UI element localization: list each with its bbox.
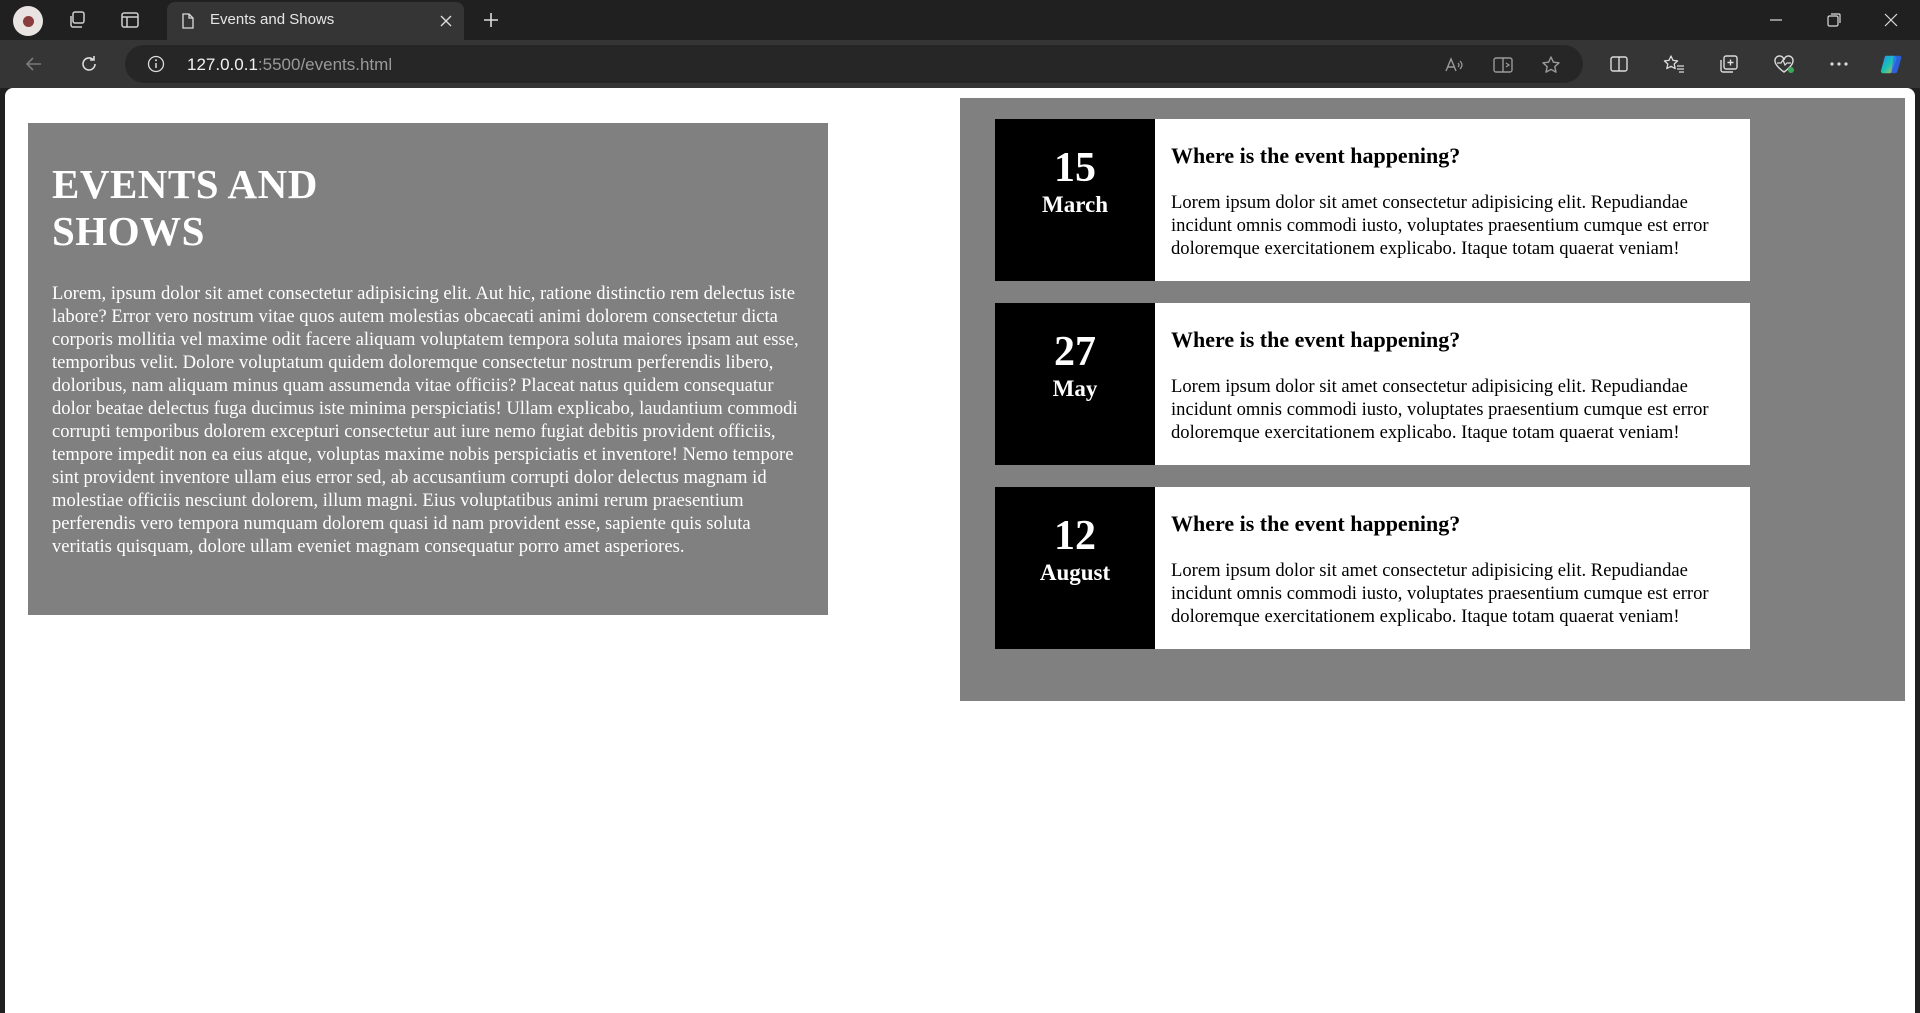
split-screen-icon[interactable] [1607, 52, 1631, 76]
collections-icon[interactable] [1717, 52, 1741, 76]
close-icon[interactable] [437, 12, 455, 30]
favorite-star-icon[interactable] [1540, 54, 1562, 76]
event-description: Lorem ipsum dolor sit amet consectetur a… [1171, 376, 1709, 443]
new-tab-icon[interactable] [479, 8, 503, 32]
event-card: 15 March Where is the event happening? L… [995, 119, 1750, 281]
event-body: Where is the event happening? Lorem ipsu… [1155, 487, 1750, 649]
profile-avatar-icon[interactable] [13, 6, 43, 36]
info-icon[interactable] [147, 55, 165, 73]
event-date: 15 March [995, 119, 1155, 281]
tab-title: Events and Shows [210, 11, 335, 28]
event-day: 15 [1054, 145, 1096, 191]
event-date: 27 May [995, 303, 1155, 465]
events-panel: 15 March Where is the event happening? L… [960, 98, 1905, 701]
event-description: Lorem ipsum dolor sit amet consectetur a… [1171, 192, 1709, 259]
browser-toolbar: 127.0.0.1:5500/events.html [0, 40, 1920, 88]
event-month: August [1039, 560, 1111, 585]
back-icon[interactable] [22, 52, 46, 76]
immersive-reader-icon[interactable] [1492, 54, 1514, 76]
intro-panel: EVENTS AND SHOWS Lorem, ipsum dolor sit … [28, 123, 828, 615]
event-day: 27 [1054, 329, 1096, 375]
browser-tab-bar: Events and Shows [0, 0, 1920, 40]
event-card: 12 August Where is the event happening? … [995, 487, 1750, 649]
event-title: Where is the event happening? [1171, 143, 1461, 168]
address-bar[interactable]: 127.0.0.1:5500/events.html [125, 45, 1583, 83]
refresh-icon[interactable] [77, 52, 101, 76]
page-icon [180, 13, 196, 29]
minimize-icon[interactable] [1764, 8, 1788, 32]
restore-icon[interactable] [1822, 8, 1846, 32]
event-month: May [1052, 376, 1098, 401]
url-host: 127.0.0.1 [187, 55, 258, 74]
favorites-icon[interactable] [1662, 52, 1686, 76]
event-description: Lorem ipsum dolor sit amet consectetur a… [1171, 560, 1709, 627]
browser-essentials-icon[interactable] [1772, 52, 1796, 76]
close-window-icon[interactable] [1879, 8, 1903, 32]
event-title: Where is the event happening? [1171, 511, 1461, 536]
active-tab[interactable]: Events and Shows [167, 2, 464, 40]
event-date: 12 August [995, 487, 1155, 649]
url-text[interactable]: 127.0.0.1:5500/events.html [187, 55, 392, 75]
event-card: 27 May Where is the event happening? Lor… [995, 303, 1750, 465]
read-aloud-icon[interactable] [1443, 54, 1465, 76]
event-day: 12 [1054, 513, 1096, 559]
url-path: :5500/events.html [257, 55, 393, 74]
page-title: EVENTS AND SHOWS [52, 161, 318, 254]
event-title: Where is the event happening? [1171, 327, 1461, 352]
intro-paragraph: Lorem, ipsum dolor sit amet consectetur … [52, 283, 799, 557]
event-body: Where is the event happening? Lorem ipsu… [1155, 119, 1750, 281]
event-body: Where is the event happening? Lorem ipsu… [1155, 303, 1750, 465]
tab-actions-icon[interactable] [118, 8, 142, 32]
page-viewport: EVENTS AND SHOWS Lorem, ipsum dolor sit … [5, 88, 1915, 1013]
more-icon[interactable] [1827, 52, 1851, 76]
event-month: March [1041, 192, 1108, 217]
copilot-icon[interactable] [1880, 52, 1904, 76]
workspaces-icon[interactable] [65, 8, 89, 32]
